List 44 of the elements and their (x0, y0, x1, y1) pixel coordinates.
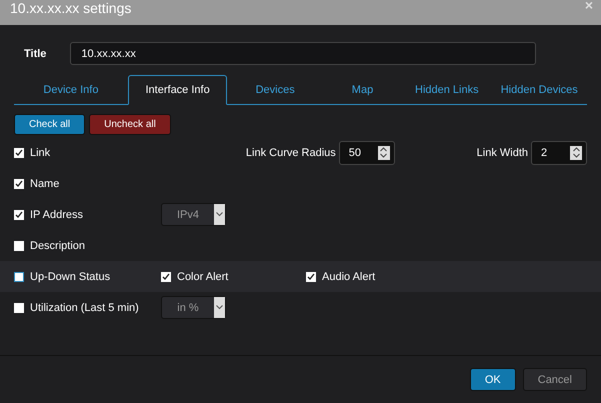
checkbox[interactable] (14, 178, 24, 188)
spinner-label: Link Curve Radius (246, 146, 336, 158)
checkmark-icon (15, 210, 23, 218)
tab[interactable]: Hidden Devices (492, 75, 587, 105)
tab[interactable]: Interface Info (128, 75, 228, 105)
checkbox-label: Description (30, 240, 86, 252)
checkbox-label: Audio Alert (322, 270, 376, 282)
chevron-down-icon (216, 305, 223, 310)
checkbox-label: Color Alert (177, 270, 228, 282)
checkbox[interactable] (14, 240, 24, 250)
checkbox[interactable] (14, 210, 24, 220)
check-all-button[interactable]: Check all (14, 114, 86, 135)
number-field[interactable]: 50 (338, 140, 395, 164)
window-title: 10.xx.xx.xx settings (10, 0, 132, 16)
cancel-button[interactable]: Cancel (522, 368, 587, 391)
checkmark-icon (307, 272, 315, 280)
dropdown[interactable]: in % (161, 296, 226, 319)
checkmark-icon (15, 180, 23, 188)
checkmark-icon (162, 272, 170, 280)
checkbox[interactable] (14, 148, 24, 158)
checkbox[interactable] (161, 272, 171, 282)
checkbox[interactable] (306, 272, 316, 282)
checkbox-label: Utilization (Last 5 min) (30, 302, 139, 314)
checkbox-label: Up-Down Status (30, 270, 110, 282)
title-field[interactable]: 10.xx.xx.xx (70, 42, 536, 65)
checkbox[interactable] (14, 302, 24, 312)
tab[interactable]: Map (322, 75, 402, 105)
chevron-down-icon (216, 212, 223, 217)
checkbox[interactable] (14, 272, 24, 282)
checkbox-label: Name (30, 178, 60, 190)
tab[interactable]: Hidden Links (402, 75, 492, 105)
checkbox-label: Link (30, 146, 50, 158)
spinner-label: Link Width (476, 146, 528, 158)
dropdown[interactable]: IPv4 (161, 203, 226, 226)
tab[interactable]: Devices (227, 75, 323, 105)
title-label: Title (24, 48, 46, 60)
spinner-arrows-icon[interactable] (572, 147, 580, 158)
spinner-arrows-icon[interactable] (380, 147, 388, 158)
uncheck-all-button[interactable]: Uncheck all (89, 114, 171, 135)
tab[interactable]: Device Info (14, 75, 128, 105)
number-field[interactable]: 2 (531, 140, 588, 164)
checkbox-label: IP Address (30, 208, 83, 220)
ok-button[interactable]: OK (470, 368, 516, 391)
checkmark-icon (15, 148, 23, 156)
